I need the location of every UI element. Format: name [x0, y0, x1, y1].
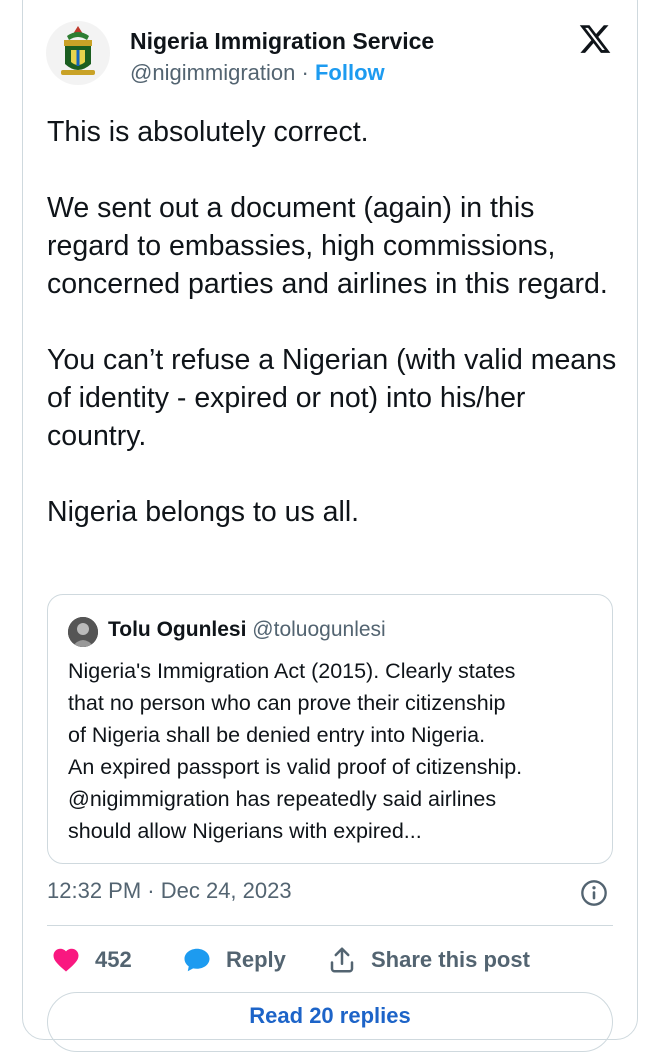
like-count: 452 [95, 947, 132, 972]
tweet-timestamp[interactable]: 12:32 PM · Dec 24, 2023 [47, 878, 292, 904]
tweet-paragraph: We sent out a document (again) in this r… [47, 192, 608, 300]
quoted-text-line: should allow Nigerians with expired... [68, 819, 422, 843]
tweet-paragraph: Nigeria belongs to us all. [47, 496, 360, 528]
handle-separator: · [301, 60, 309, 85]
author-avatar-crest-icon[interactable] [45, 20, 111, 86]
action-bar: 452 Reply Share this post [47, 940, 613, 980]
quoted-author-name[interactable]: Tolu Ogunlesi [108, 618, 246, 641]
share-button[interactable]: Share this post [327, 940, 530, 980]
follow-button[interactable]: Follow [315, 60, 385, 85]
share-label: Share this post [371, 947, 530, 972]
quoted-text-line: Nigeria's Immigration Act (2015). Clearl… [68, 659, 516, 683]
author-handle-line: @nigimmigration · Follow [130, 60, 385, 86]
like-button[interactable]: 452 [51, 940, 132, 980]
quoted-text-line: that no person who can prove their citiz… [68, 691, 506, 715]
reply-button[interactable]: Reply [182, 940, 286, 980]
quoted-author-line: Tolu Ogunlesi @toluogunlesi [108, 618, 386, 642]
divider [47, 925, 613, 926]
tweet-paragraph: This is absolutely correct. [47, 116, 369, 148]
quoted-tweet-text: Nigeria's Immigration Act (2015). Clearl… [68, 655, 598, 847]
quoted-author-handle[interactable]: @toluogunlesi [252, 618, 385, 641]
reply-label: Reply [226, 947, 286, 972]
tweet-text: This is absolutely correct. We sent out … [47, 113, 617, 569]
quoted-text-line: @nigimmigration has repeatedly said airl… [68, 787, 497, 811]
speech-bubble-icon [184, 948, 210, 972]
quoted-tweet[interactable]: Tolu Ogunlesi @toluogunlesi Nigeria's Im… [47, 594, 613, 864]
author-handle[interactable]: @nigimmigration [130, 60, 295, 85]
share-upload-icon [330, 947, 354, 973]
tweet-paragraph: You can’t refuse a Nigerian (with valid … [47, 344, 617, 452]
author-name[interactable]: Nigeria Immigration Service [130, 28, 434, 55]
person-silhouette-icon [68, 617, 98, 647]
quoted-text-line: An expired passport is valid proof of ci… [68, 755, 523, 779]
read-replies-button[interactable]: Read 20 replies [47, 992, 613, 1052]
heart-icon [53, 948, 79, 972]
x-logo-icon[interactable] [578, 22, 612, 56]
info-icon[interactable] [580, 879, 608, 907]
quoted-text-line: of Nigeria shall be denied entry into Ni… [68, 723, 486, 747]
quoted-author-avatar[interactable] [68, 617, 98, 647]
